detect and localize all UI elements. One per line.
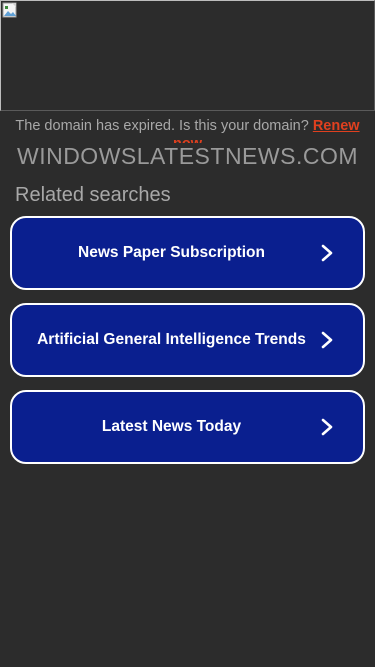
- related-search-label: Latest News Today: [101, 418, 242, 435]
- related-searches-heading: Related searches: [15, 184, 171, 206]
- domain-name: WINDOWSLATESTNEWS.COM: [16, 143, 358, 169]
- related-search-label: News Paper Subscription: [78, 244, 265, 261]
- related-search-button-latest-news-today[interactable]: Latest News Today: [10, 390, 365, 464]
- chevron-right-icon: [321, 331, 333, 349]
- related-search-label: Artificial General Intelligence Trends: [37, 331, 306, 348]
- related-search-button-news-paper-subscription[interactable]: News Paper Subscription: [10, 216, 365, 290]
- chevron-right-icon: [321, 244, 333, 262]
- parked-domain-page: The domain has expired. Is this your dom…: [0, 0, 375, 667]
- related-search-button-artificial-general-intelligence[interactable]: Artificial General Intelligence Trends: [10, 303, 365, 377]
- chevron-right-icon: [321, 418, 333, 436]
- banner-image: [0, 0, 375, 111]
- broken-image-icon: [2, 2, 17, 18]
- expired-text: The domain has expired. Is this your dom…: [15, 118, 313, 134]
- domain-expired-notice: The domain has expired. Is this your dom…: [0, 117, 375, 143]
